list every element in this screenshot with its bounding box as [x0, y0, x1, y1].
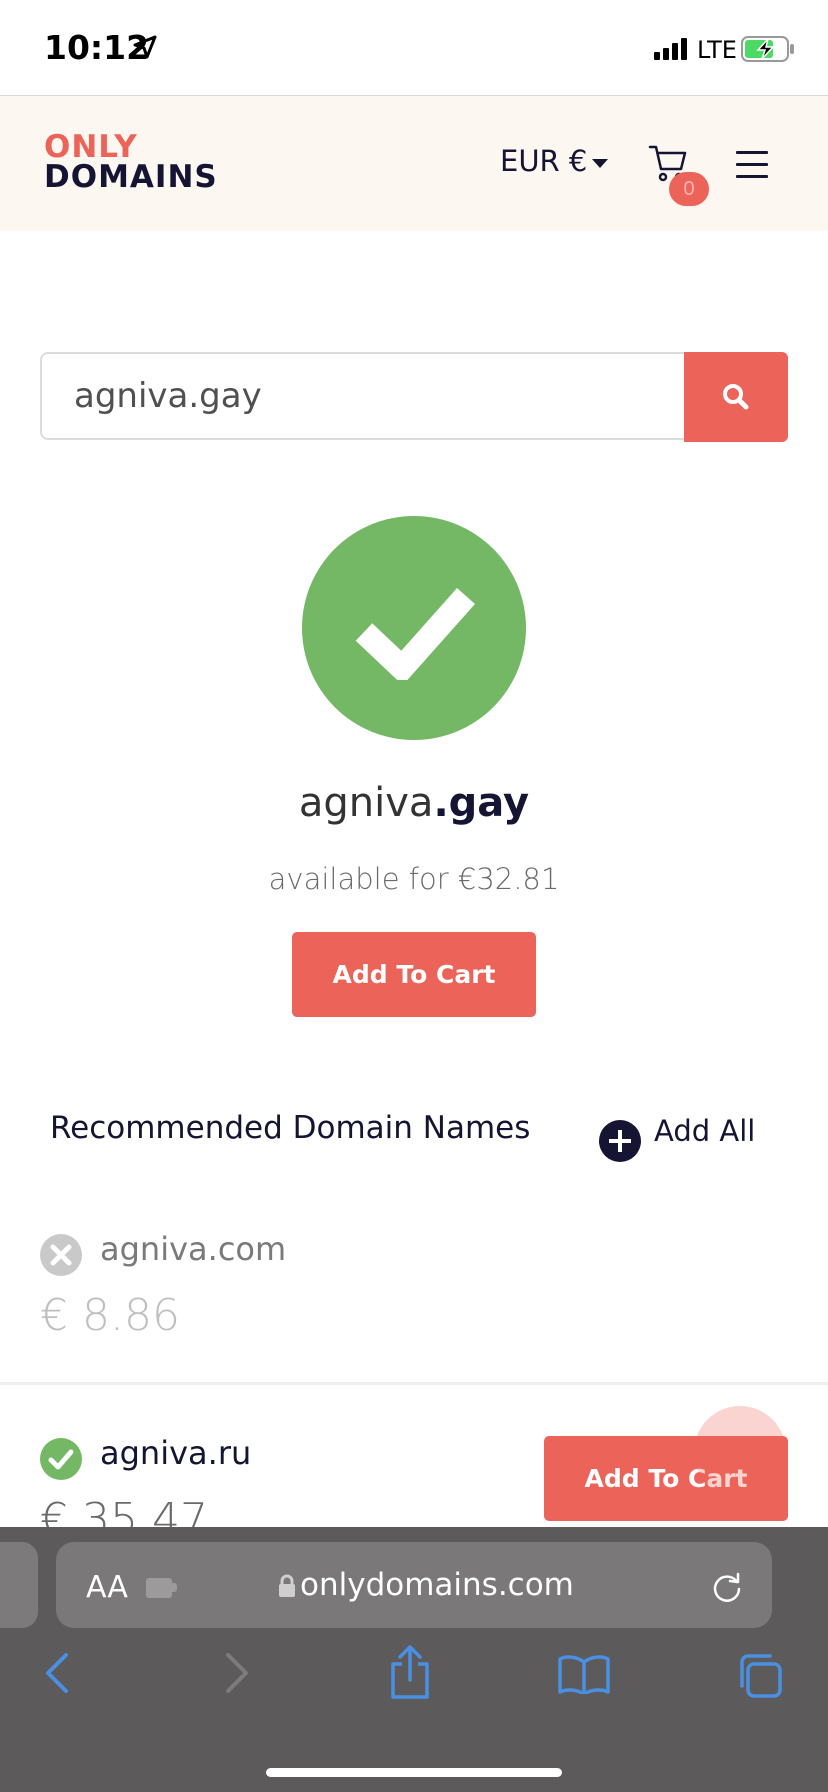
search-icon: [723, 384, 749, 410]
extension-puzzle-icon[interactable]: [144, 1572, 178, 1600]
logo-word-top: ONLY: [44, 129, 138, 165]
tabs-icon[interactable]: [736, 1652, 784, 1700]
available-check-small-icon: [40, 1438, 82, 1480]
recommended-domain-name: agniva.com: [100, 1230, 287, 1268]
site-logo[interactable]: ONLY DOMAINS: [44, 129, 218, 195]
status-bar: 10:12 LTE: [0, 0, 828, 96]
reload-icon[interactable]: [710, 1570, 744, 1604]
row-divider: [0, 1382, 828, 1385]
previous-tab-edge[interactable]: [0, 1542, 38, 1628]
recommended-domain-price: € 8.86: [40, 1290, 180, 1341]
result-domain-name: agniva.gay: [0, 780, 828, 826]
text-size-button[interactable]: AA: [86, 1570, 128, 1605]
network-label: LTE: [697, 36, 737, 64]
signal-icon: [654, 38, 687, 60]
cart-count-badge[interactable]: 0: [669, 172, 709, 206]
result-domain-tld: .gay: [433, 780, 530, 826]
location-arrow-icon: [133, 35, 157, 59]
touch-ripple: [694, 1406, 786, 1498]
battery-charging-icon: [741, 36, 794, 62]
url-text[interactable]: onlydomains.com: [300, 1567, 574, 1603]
lock-icon: [279, 1574, 295, 1597]
logo-word-bottom: DOMAINS: [44, 159, 218, 195]
add-all-button[interactable]: Add All: [654, 1114, 755, 1148]
search-button[interactable]: [684, 352, 788, 442]
chevron-down-icon[interactable]: [592, 159, 608, 168]
back-arrow-icon[interactable]: [42, 1652, 72, 1694]
unavailable-x-icon: [40, 1234, 82, 1276]
hamburger-menu-icon[interactable]: [736, 151, 768, 178]
add-to-cart-button[interactable]: Add To Cart: [292, 932, 536, 1017]
recommended-domain-name: agniva.ru: [100, 1434, 252, 1472]
home-indicator: [266, 1768, 562, 1777]
domain-search-input[interactable]: agniva.gay: [40, 352, 686, 440]
available-check-icon: [302, 516, 526, 740]
plus-circle-icon[interactable]: [599, 1120, 641, 1162]
bookmarks-icon[interactable]: [558, 1654, 610, 1694]
currency-selector[interactable]: EUR €: [500, 144, 587, 178]
result-domain-base: agniva: [298, 780, 434, 826]
availability-text: available for €32.81: [268, 862, 560, 896]
share-icon[interactable]: [388, 1644, 432, 1700]
recommended-title: Recommended Domain Names: [50, 1110, 531, 1146]
forward-arrow-icon: [226, 1653, 248, 1693]
